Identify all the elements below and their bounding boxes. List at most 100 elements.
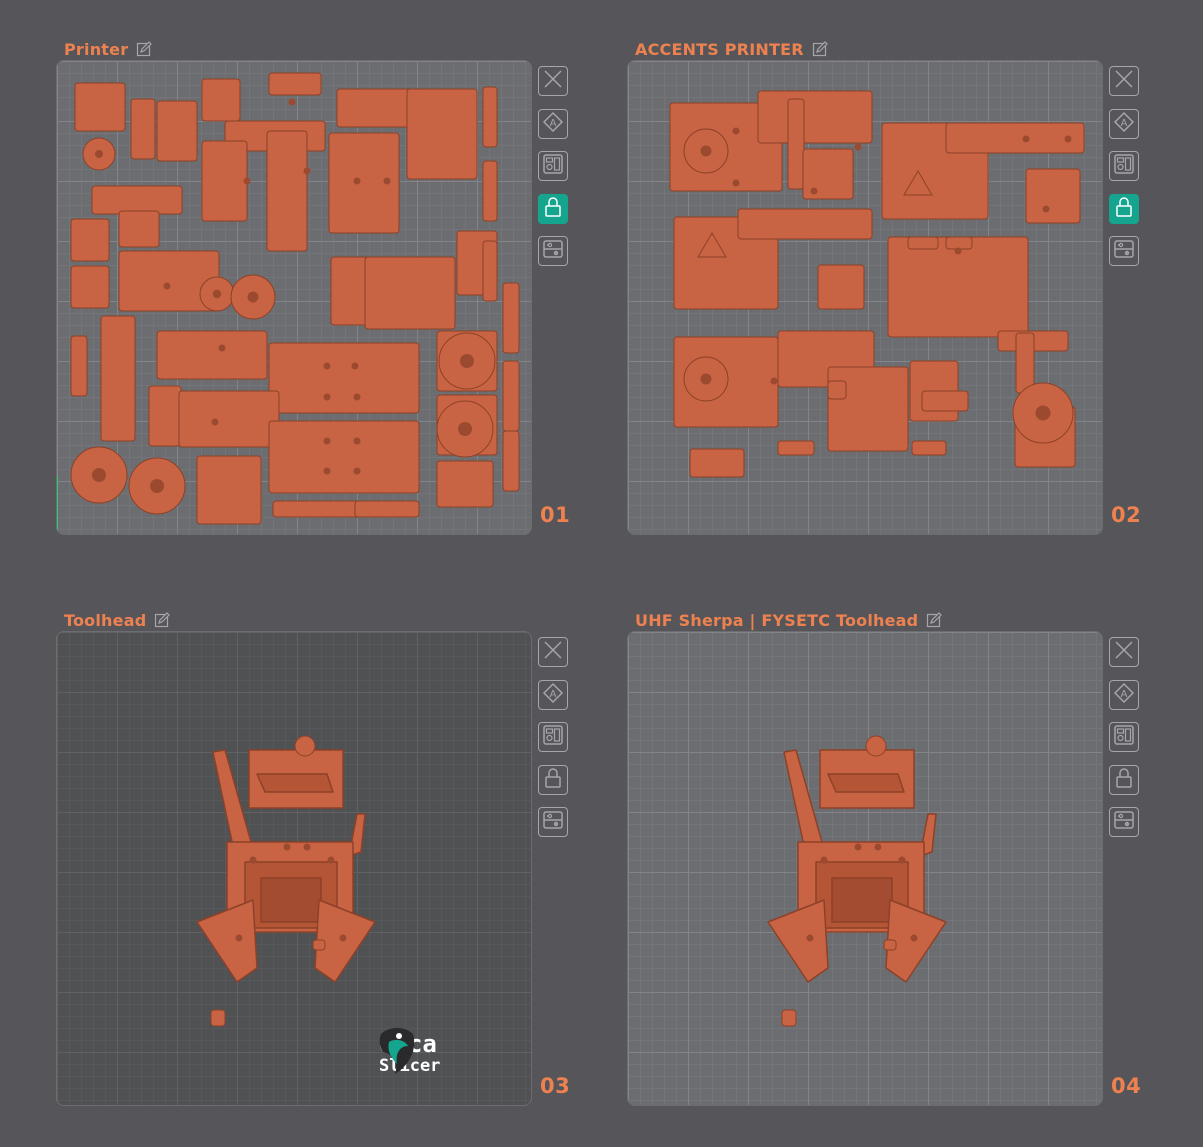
- part-hole[interactable]: [854, 143, 862, 151]
- lock-plate-button[interactable]: [1109, 764, 1139, 795]
- printed-part[interactable]: [256, 773, 334, 793]
- printed-part[interactable]: [689, 448, 745, 478]
- part-hole[interactable]: [218, 344, 226, 352]
- part-hole[interactable]: [383, 177, 391, 185]
- printed-part[interactable]: [482, 160, 498, 222]
- part-hole[interactable]: [163, 282, 171, 290]
- part-hole[interactable]: [235, 934, 243, 942]
- printed-part[interactable]: [70, 218, 110, 262]
- edit-icon[interactable]: [136, 41, 153, 57]
- part-hole[interactable]: [353, 393, 361, 401]
- printed-part[interactable]: [907, 236, 939, 250]
- build-plate[interactable]: [627, 60, 1103, 535]
- printed-part[interactable]: [865, 735, 887, 757]
- part-hole[interactable]: [820, 856, 828, 864]
- plate-parts[interactable]: [57, 61, 532, 535]
- printed-part[interactable]: [364, 256, 456, 330]
- part-hole[interactable]: [351, 362, 359, 370]
- printed-part[interactable]: [212, 749, 252, 847]
- printed-part[interactable]: [272, 500, 364, 518]
- orient-plate-button[interactable]: [1109, 722, 1139, 752]
- part-hole[interactable]: [732, 179, 740, 187]
- build-plate[interactable]: Orca Slicer: [56, 631, 532, 1106]
- orient-plate-button[interactable]: [538, 151, 568, 181]
- part-hole[interactable]: [323, 467, 331, 475]
- part-hole[interactable]: [211, 418, 219, 426]
- lock-plate-button[interactable]: [1109, 193, 1139, 224]
- delete-plate-button[interactable]: [538, 637, 568, 667]
- part-hole[interactable]: [353, 437, 361, 445]
- printed-part[interactable]: [268, 342, 420, 414]
- part-hole[interactable]: [732, 127, 740, 135]
- part-hole[interactable]: [1042, 205, 1050, 213]
- printed-part[interactable]: [436, 460, 494, 508]
- part-hole[interactable]: [700, 145, 712, 157]
- printed-part[interactable]: [156, 100, 198, 162]
- plate-title[interactable]: Printer: [64, 38, 153, 60]
- printed-part[interactable]: [737, 208, 873, 240]
- printed-part[interactable]: [196, 899, 258, 983]
- part-hole[interactable]: [303, 843, 311, 851]
- plate-settings-button[interactable]: [1109, 807, 1139, 837]
- part-hole[interactable]: [323, 393, 331, 401]
- printed-part[interactable]: [156, 330, 268, 380]
- part-hole[interactable]: [874, 843, 882, 851]
- part-hole[interactable]: [95, 150, 103, 158]
- plate-title[interactable]: Toolhead: [64, 609, 171, 631]
- part-hole[interactable]: [212, 289, 222, 299]
- printed-part[interactable]: [502, 360, 520, 432]
- printed-part[interactable]: [757, 90, 873, 144]
- printed-part[interactable]: [502, 430, 520, 492]
- delete-plate-button[interactable]: [1109, 637, 1139, 667]
- printed-part[interactable]: [210, 1009, 226, 1027]
- orient-plate-button[interactable]: [538, 722, 568, 752]
- printed-part[interactable]: [201, 140, 248, 222]
- printed-part[interactable]: [817, 264, 865, 310]
- printed-part[interactable]: [921, 390, 969, 412]
- printed-part[interactable]: [130, 98, 156, 160]
- part-hole[interactable]: [810, 187, 818, 195]
- plate-title[interactable]: UHF Sherpa | FYSETC Toolhead: [635, 609, 943, 631]
- printed-part[interactable]: [100, 315, 136, 442]
- plate-title[interactable]: ACCENTS PRINTER: [635, 38, 828, 60]
- part-hole[interactable]: [323, 437, 331, 445]
- printed-part[interactable]: [827, 380, 847, 400]
- printed-part[interactable]: [196, 455, 262, 525]
- part-hole[interactable]: [700, 373, 712, 385]
- delete-plate-button[interactable]: [1109, 66, 1139, 96]
- printed-part[interactable]: [482, 240, 498, 302]
- plate-settings-button[interactable]: [1109, 236, 1139, 266]
- part-hole[interactable]: [460, 354, 474, 368]
- arrange-plate-button[interactable]: A: [1109, 679, 1139, 710]
- printed-part[interactable]: [827, 773, 905, 793]
- part-hole[interactable]: [339, 934, 347, 942]
- printed-part[interactable]: [945, 236, 973, 250]
- part-hole[interactable]: [353, 467, 361, 475]
- printed-part[interactable]: [502, 282, 520, 354]
- printed-part[interactable]: [945, 122, 1085, 154]
- printed-part[interactable]: [767, 899, 829, 983]
- part-hole[interactable]: [806, 934, 814, 942]
- part-hole[interactable]: [1035, 405, 1051, 421]
- printed-part[interactable]: [312, 939, 326, 951]
- part-hole[interactable]: [770, 377, 778, 385]
- printed-part[interactable]: [406, 88, 478, 180]
- printed-part[interactable]: [783, 749, 823, 847]
- printed-part[interactable]: [260, 877, 322, 923]
- printed-part[interactable]: [781, 1009, 797, 1027]
- printed-part[interactable]: [268, 72, 322, 96]
- printed-part[interactable]: [1025, 168, 1081, 224]
- edit-icon[interactable]: [154, 612, 171, 628]
- printed-part[interactable]: [178, 390, 280, 448]
- part-hole[interactable]: [458, 422, 472, 436]
- printed-part[interactable]: [911, 440, 947, 456]
- printed-part[interactable]: [787, 98, 805, 190]
- plate-parts[interactable]: [628, 61, 1103, 535]
- plate-name[interactable]: Printer: [64, 40, 128, 59]
- plate-name[interactable]: ACCENTS PRINTER: [635, 40, 804, 59]
- part-hole[interactable]: [898, 856, 906, 864]
- printed-part[interactable]: [1015, 332, 1035, 394]
- part-hole[interactable]: [283, 843, 291, 851]
- part-hole[interactable]: [854, 843, 862, 851]
- printed-part[interactable]: [354, 500, 420, 518]
